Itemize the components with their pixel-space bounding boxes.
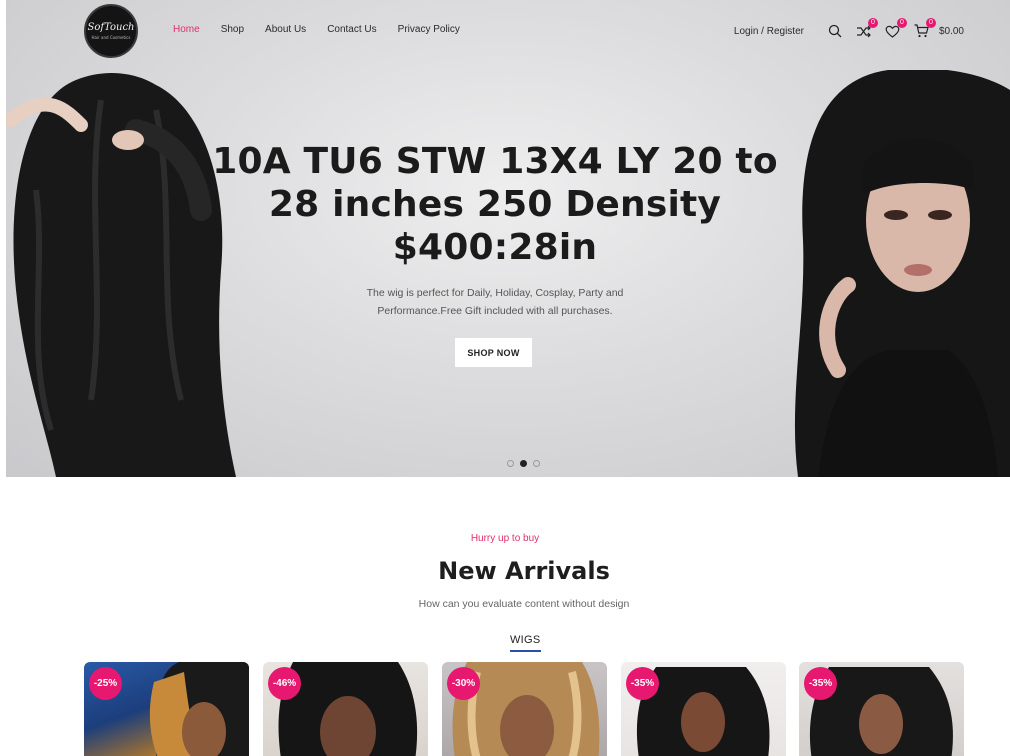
product-card[interactable]: -46% [263,662,428,756]
hero-subtitle: The wig is perfect for Daily, Holiday, C… [320,284,670,320]
section-title: New Arrivals [438,557,610,585]
hero-model-left-image [6,73,236,477]
product-card[interactable]: -30% [442,662,607,756]
wishlist-heart-icon[interactable]: 0 [883,18,907,41]
nav-item-contact-us[interactable]: Contact Us [327,24,376,35]
hero-model-right-image [794,70,1010,477]
slider-dot-3[interactable] [533,460,540,467]
hero-title: 10A TU6 STW 13X4 LY 20 to 28 inches 250 … [180,140,810,269]
hero-subtitle-line-1: The wig is perfect for Daily, Holiday, C… [366,287,624,299]
main-nav: Home Shop About Us Contact Us Privacy Po… [173,24,481,35]
search-icon[interactable] [825,21,845,41]
product-card[interactable]: -35% [799,662,964,756]
nav-item-about-us[interactable]: About Us [265,24,306,35]
hero-title-line-2: 28 inches 250 Density [268,184,722,225]
login-register-link[interactable]: Login / Register [734,26,804,37]
hero-title-line-1: 10A TU6 STW 13X4 LY 20 to [212,141,778,182]
logo-subtext: Hair and Cosmetics [91,34,131,40]
nav-item-privacy-policy[interactable]: Privacy Policy [398,24,460,35]
slider-dot-2[interactable] [520,460,527,467]
nav-item-shop[interactable]: Shop [221,24,244,35]
product-card[interactable]: -35% [621,662,786,756]
hero-subtitle-line-2: Performance.Free Gift included with all … [377,305,613,317]
slider-dots [507,460,540,467]
discount-badge: -25% [89,667,122,700]
cart-icon[interactable]: 0 [912,18,936,41]
cart-count-badge: 0 [925,18,936,28]
product-grid: -25% -46% -30% -35% -35% [84,662,984,756]
compare-count-badge: 0 [867,18,878,28]
nav-item-home[interactable]: Home [173,24,200,35]
slider-dot-1[interactable] [507,460,514,467]
site-header: SofTouch Hair and Cosmetics Home Shop Ab… [0,0,1010,62]
shop-now-button[interactable]: SHOP NOW [455,338,532,367]
product-card[interactable]: -25% [84,662,249,756]
hero-title-line-3: $400:28in [392,227,598,268]
wishlist-count-badge: 0 [896,18,907,28]
logo-text: SofTouch [87,21,135,33]
section-subtitle: How can you evaluate content without des… [418,598,630,610]
discount-badge: -35% [626,667,659,700]
discount-badge: -30% [447,667,480,700]
header-actions: Login / Register 0 0 0 $0.00 [734,18,964,42]
brand-logo[interactable]: SofTouch Hair and Cosmetics [84,4,138,58]
section-kicker: Hurry up to buy [470,533,540,544]
cart-total[interactable]: $0.00 [939,26,964,37]
compare-icon[interactable]: 0 [854,18,878,41]
tab-wigs[interactable]: WIGS [510,634,541,652]
discount-badge: -35% [804,667,837,700]
discount-badge: -46% [268,667,301,700]
